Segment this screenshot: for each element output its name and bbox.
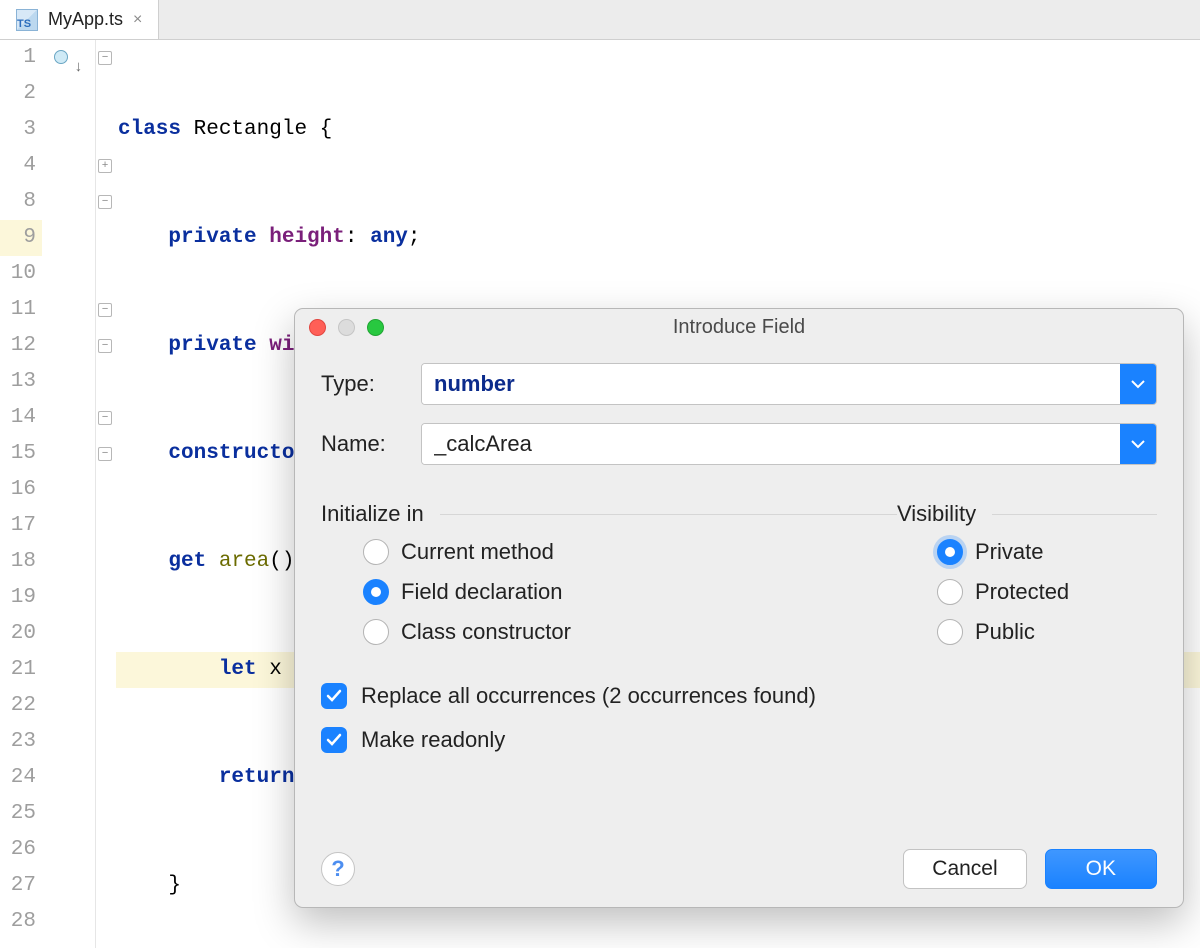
radio-current-method[interactable]: Current method <box>363 539 897 565</box>
name-dropdown-button[interactable] <box>1120 424 1156 464</box>
chevron-down-icon <box>1131 379 1145 389</box>
fold-toggle-icon[interactable]: − <box>98 51 112 65</box>
introduce-field-dialog: Introduce Field Type: Name: <box>294 308 1184 908</box>
line-number: 24 <box>0 760 42 796</box>
fold-toggle-icon[interactable]: − <box>98 339 112 353</box>
line-number: 27 <box>0 868 42 904</box>
name-combo[interactable] <box>421 423 1157 465</box>
code-line: class Rectangle { <box>116 112 1200 148</box>
line-number: 14 <box>0 400 42 436</box>
line-number: 13 <box>0 364 42 400</box>
tab-bar: TS MyApp.ts × <box>0 0 1200 40</box>
fold-toggle-icon[interactable]: − <box>98 195 112 209</box>
radio-protected[interactable]: Protected <box>937 579 1127 605</box>
checkbox-label: Make readonly <box>361 727 505 753</box>
line-number: 22 <box>0 688 42 724</box>
help-button[interactable]: ? <box>321 852 355 886</box>
fold-close-icon[interactable]: − <box>98 303 112 317</box>
radio-label: Class constructor <box>401 619 571 645</box>
line-number: 8 <box>0 184 42 220</box>
line-number: 9 <box>0 220 42 256</box>
line-number: 10 <box>0 256 42 292</box>
radio-label: Public <box>975 619 1035 645</box>
code-line: private height: any; <box>116 220 1200 256</box>
fold-column: − + − − − − − <box>96 40 116 948</box>
line-number: 3 <box>0 112 42 148</box>
line-number: 12 <box>0 328 42 364</box>
dialog-title: Introduce Field <box>295 316 1183 339</box>
line-number: 23 <box>0 724 42 760</box>
type-combo[interactable] <box>421 363 1157 405</box>
fold-close-icon[interactable]: − <box>98 447 112 461</box>
radio-icon <box>363 579 389 605</box>
checkbox-label: Replace all occurrences (2 occurrences f… <box>361 683 816 709</box>
radio-icon <box>937 619 963 645</box>
checkbox-make-readonly[interactable]: Make readonly <box>321 727 1157 753</box>
file-tab[interactable]: TS MyApp.ts × <box>0 0 159 39</box>
name-input[interactable] <box>422 424 1120 464</box>
radio-icon <box>937 539 963 565</box>
radio-icon <box>937 579 963 605</box>
radio-private[interactable]: Private <box>937 539 1127 565</box>
checkbox-icon <box>321 727 347 753</box>
line-number: 25 <box>0 796 42 832</box>
radio-icon <box>363 619 389 645</box>
line-number: 20 <box>0 616 42 652</box>
line-number: 28 <box>0 904 42 940</box>
radio-class-constructor[interactable]: Class constructor <box>363 619 897 645</box>
line-number: 16 <box>0 472 42 508</box>
line-number: 18 <box>0 544 42 580</box>
line-number-gutter: 1234891011121314151617181920212223242526… <box>0 40 48 948</box>
line-number: 17 <box>0 508 42 544</box>
close-icon[interactable]: × <box>133 11 142 29</box>
tab-filename: MyApp.ts <box>48 9 123 30</box>
down-arrow-icon: ↓ <box>74 50 83 86</box>
cancel-button[interactable]: Cancel <box>903 849 1026 889</box>
radio-label: Field declaration <box>401 579 562 605</box>
line-number: 1 <box>0 40 42 76</box>
line-number: 19 <box>0 580 42 616</box>
fold-close-icon[interactable]: − <box>98 411 112 425</box>
line-number: 26 <box>0 832 42 868</box>
radio-public[interactable]: Public <box>937 619 1127 645</box>
line-number: 2 <box>0 76 42 112</box>
radio-icon <box>363 539 389 565</box>
dialog-titlebar[interactable]: Introduce Field <box>295 309 1183 345</box>
radio-field-declaration[interactable]: Field declaration <box>363 579 897 605</box>
type-dropdown-button[interactable] <box>1120 364 1156 404</box>
radio-label: Private <box>975 539 1043 565</box>
gutter-icon-strip: ↓ <box>48 40 96 948</box>
radio-label: Protected <box>975 579 1069 605</box>
divider <box>440 514 897 515</box>
chevron-down-icon <box>1131 439 1145 449</box>
initialize-in-label: Initialize in <box>321 501 424 527</box>
type-input[interactable] <box>422 364 1120 404</box>
line-number: 11 <box>0 292 42 328</box>
checkbox-replace-all[interactable]: Replace all occurrences (2 occurrences f… <box>321 683 1157 709</box>
line-number: 21 <box>0 652 42 688</box>
ok-button[interactable]: OK <box>1045 849 1157 889</box>
implements-gutter-icon[interactable] <box>54 50 68 64</box>
visibility-label: Visibility <box>897 501 976 527</box>
name-label: Name: <box>321 431 421 457</box>
checkbox-icon <box>321 683 347 709</box>
radio-label: Current method <box>401 539 554 565</box>
typescript-file-icon: TS <box>16 9 38 31</box>
type-label: Type: <box>321 371 421 397</box>
line-number: 15 <box>0 436 42 472</box>
line-number: 4 <box>0 148 42 184</box>
fold-expand-icon[interactable]: + <box>98 159 112 173</box>
divider <box>992 514 1157 515</box>
